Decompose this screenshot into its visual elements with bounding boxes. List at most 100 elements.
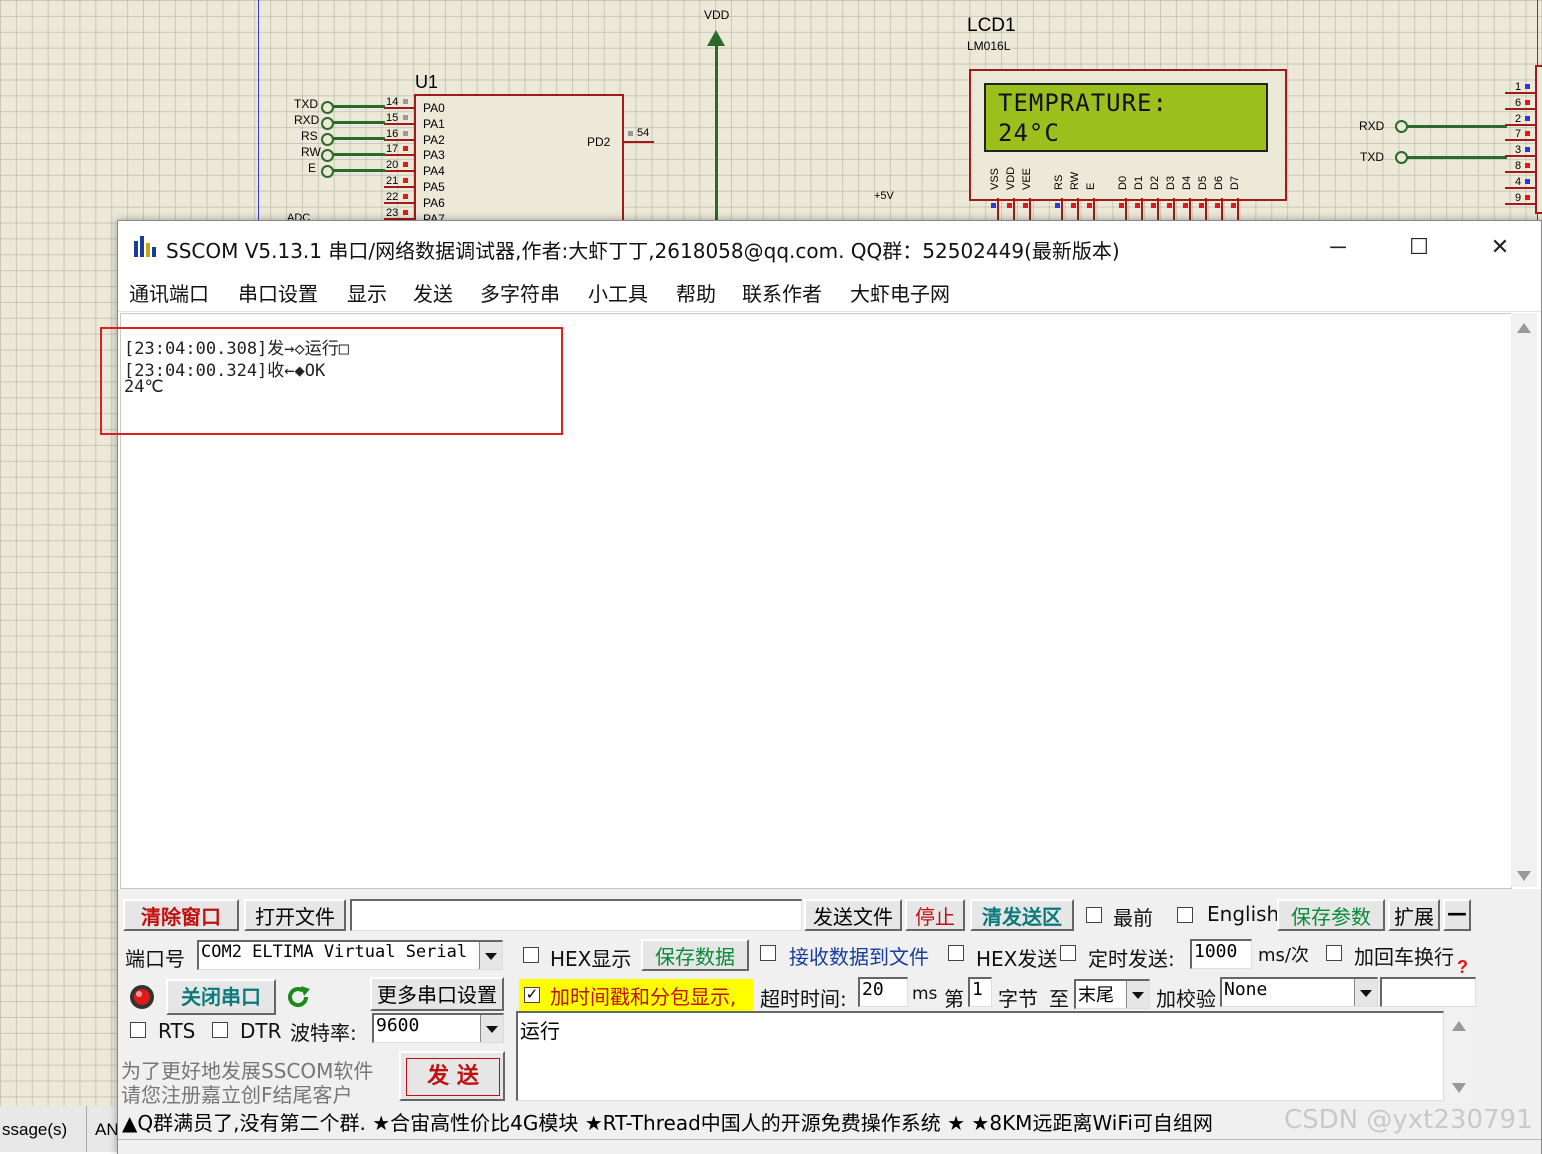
lcd-pin-line — [1093, 198, 1095, 220]
lcd-pin-line — [1077, 198, 1079, 220]
send-file-button[interactable]: 发送文件 — [804, 899, 902, 931]
menu-help[interactable]: 帮助 — [676, 278, 716, 307]
rts-checkbox[interactable] — [130, 1022, 146, 1038]
save-params-button[interactable]: 保存参数 — [1277, 899, 1385, 931]
plus5v-label: +5V — [874, 190, 894, 202]
to-select[interactable]: 末尾 — [1074, 979, 1150, 1009]
dtr-checkbox[interactable] — [212, 1022, 228, 1038]
u1-pin-line — [384, 107, 414, 109]
u1-label: U1 — [415, 72, 439, 92]
byte-from-input[interactable]: 1 — [968, 977, 992, 1007]
send-button[interactable]: 发 送 — [399, 1051, 505, 1101]
topmost-checkbox[interactable] — [1086, 907, 1102, 923]
add-crlf-checkbox[interactable] — [1326, 945, 1342, 961]
vdd-wire[interactable] — [715, 44, 718, 220]
u1-chip[interactable] — [414, 94, 624, 238]
lcd-pin-line — [997, 198, 999, 220]
menu-comm-port[interactable]: 通讯端口 — [129, 278, 209, 307]
maximize-button[interactable]: ☐ — [1389, 227, 1449, 267]
clear-window-button[interactable]: 清除窗口 — [123, 899, 239, 931]
lcd-pin-line — [1141, 198, 1143, 220]
byte-from-label: 第 — [944, 987, 964, 1011]
to-label: 至 — [1049, 987, 1069, 1011]
lcd-pin-marker — [1119, 203, 1124, 208]
send-scroll-down-icon[interactable] — [1452, 1083, 1466, 1093]
more-serial-settings-button[interactable]: 更多串口设置 — [370, 977, 504, 1011]
u1-net-wire — [333, 121, 385, 125]
menu-contact-author[interactable]: 联系作者 — [742, 278, 822, 307]
collapse-button[interactable]: — — [1443, 899, 1471, 931]
menu-serial-settings[interactable]: 串口设置 — [238, 278, 318, 307]
menu-multi-string[interactable]: 多字符串 — [480, 278, 560, 307]
clear-send-button[interactable]: 清发送区 — [970, 899, 1074, 931]
u1-pin-marker — [403, 114, 408, 120]
menu-website[interactable]: 大虾电子网 — [850, 278, 950, 307]
u1-pin-name: PA2 — [423, 132, 445, 147]
baud-select[interactable]: 9600 — [372, 1013, 504, 1043]
lcd-pin-line — [1061, 198, 1063, 220]
timeout-input[interactable]: 20 — [858, 977, 908, 1007]
u1-pin-marker — [403, 162, 408, 168]
file-path-input[interactable] — [350, 899, 802, 931]
u1-pin-line — [384, 138, 414, 141]
connector-pin-marker — [1525, 178, 1530, 184]
english-checkbox[interactable] — [1177, 907, 1193, 923]
u1-pin-marker — [403, 130, 408, 136]
blue-guide-line — [258, 0, 259, 220]
sscom-app-icon — [134, 236, 156, 257]
scroll-up-icon[interactable] — [1517, 323, 1531, 333]
extra-field[interactable] — [1380, 977, 1476, 1007]
close-button[interactable]: ✕ — [1470, 227, 1530, 267]
scroll-down-icon[interactable] — [1517, 871, 1531, 881]
menu-display[interactable]: 显示 — [347, 278, 387, 307]
port-dropdown-icon[interactable] — [479, 942, 502, 969]
recv-to-file-checkbox[interactable] — [760, 945, 776, 961]
menu-send[interactable]: 发送 — [413, 278, 453, 307]
u1-pin-name: PA0 — [423, 101, 445, 115]
timeout-unit-label: ms — [912, 984, 938, 1004]
u1-net-wire — [333, 168, 385, 172]
port-select[interactable]: COM2 ELTIMA Virtual Serial — [197, 940, 503, 970]
connector-pin-line — [1505, 186, 1537, 189]
send-text: 运行 — [520, 1019, 560, 1043]
help-icon[interactable]: ? — [1457, 957, 1468, 978]
hex-display-checkbox[interactable] — [523, 947, 539, 963]
receive-scrollbar[interactable] — [1511, 313, 1537, 887]
right-rxd-wire — [1407, 125, 1507, 128]
refresh-icon[interactable] — [284, 983, 312, 1011]
interval-input[interactable]: 1000 — [1190, 939, 1252, 969]
checksum-select-value: None — [1224, 979, 1268, 1000]
connector-pin-line — [1505, 155, 1537, 158]
minimize-button[interactable]: ─ — [1308, 227, 1368, 267]
timed-send-checkbox[interactable] — [1060, 945, 1076, 961]
lcd-pin-label: VEE — [1021, 167, 1033, 190]
open-file-button[interactable]: 打开文件 — [244, 899, 346, 931]
checksum-dropdown-icon[interactable] — [1354, 979, 1377, 1006]
menu-tools[interactable]: 小工具 — [588, 278, 648, 307]
close-port-button[interactable]: 关闭串口 — [166, 979, 276, 1015]
messages-tab[interactable]: ssage(s) — [0, 1106, 87, 1152]
send-scrollbar[interactable] — [1446, 1011, 1472, 1101]
save-data-button[interactable]: 保存数据 — [641, 939, 749, 971]
news-ticker[interactable]: ▲Q群满员了,没有第二个群. ★合宙高性价比4G模块 ★RT-Thread中国人… — [118, 1105, 1541, 1135]
send-scroll-up-icon[interactable] — [1452, 1021, 1466, 1031]
send-textarea[interactable]: 运行 — [516, 1011, 1444, 1101]
stop-button[interactable]: 停止 — [905, 899, 965, 931]
lcd-pin-marker — [1071, 203, 1076, 208]
lcd-pin-line — [1189, 198, 1191, 220]
english-label: English — [1207, 902, 1280, 926]
title-bar[interactable]: SSCOM V5.13.1 串口/网络数据调试器,作者:大虾丁丁,2618058… — [118, 221, 1541, 273]
lcd-pin-label: RW — [1069, 171, 1081, 190]
baud-dropdown-icon[interactable] — [480, 1015, 503, 1042]
expand-button[interactable]: 扩展 — [1388, 899, 1440, 931]
to-dropdown-icon[interactable] — [1126, 981, 1149, 1008]
checksum-select[interactable]: None — [1220, 977, 1378, 1007]
an-tab[interactable]: AN — [87, 1106, 119, 1152]
lcd-pin-marker — [1087, 203, 1092, 208]
hex-send-checkbox[interactable] — [948, 945, 964, 961]
connector-pin-marker — [1525, 84, 1530, 89]
promo-line2[interactable]: 请您注册嘉立创F结尾客户 — [121, 1079, 353, 1108]
lcd-pin-label: D1 — [1133, 175, 1145, 190]
baud-label: 波特率: — [290, 1021, 357, 1045]
timestamp-checkbox[interactable]: ✓ — [524, 987, 540, 1003]
